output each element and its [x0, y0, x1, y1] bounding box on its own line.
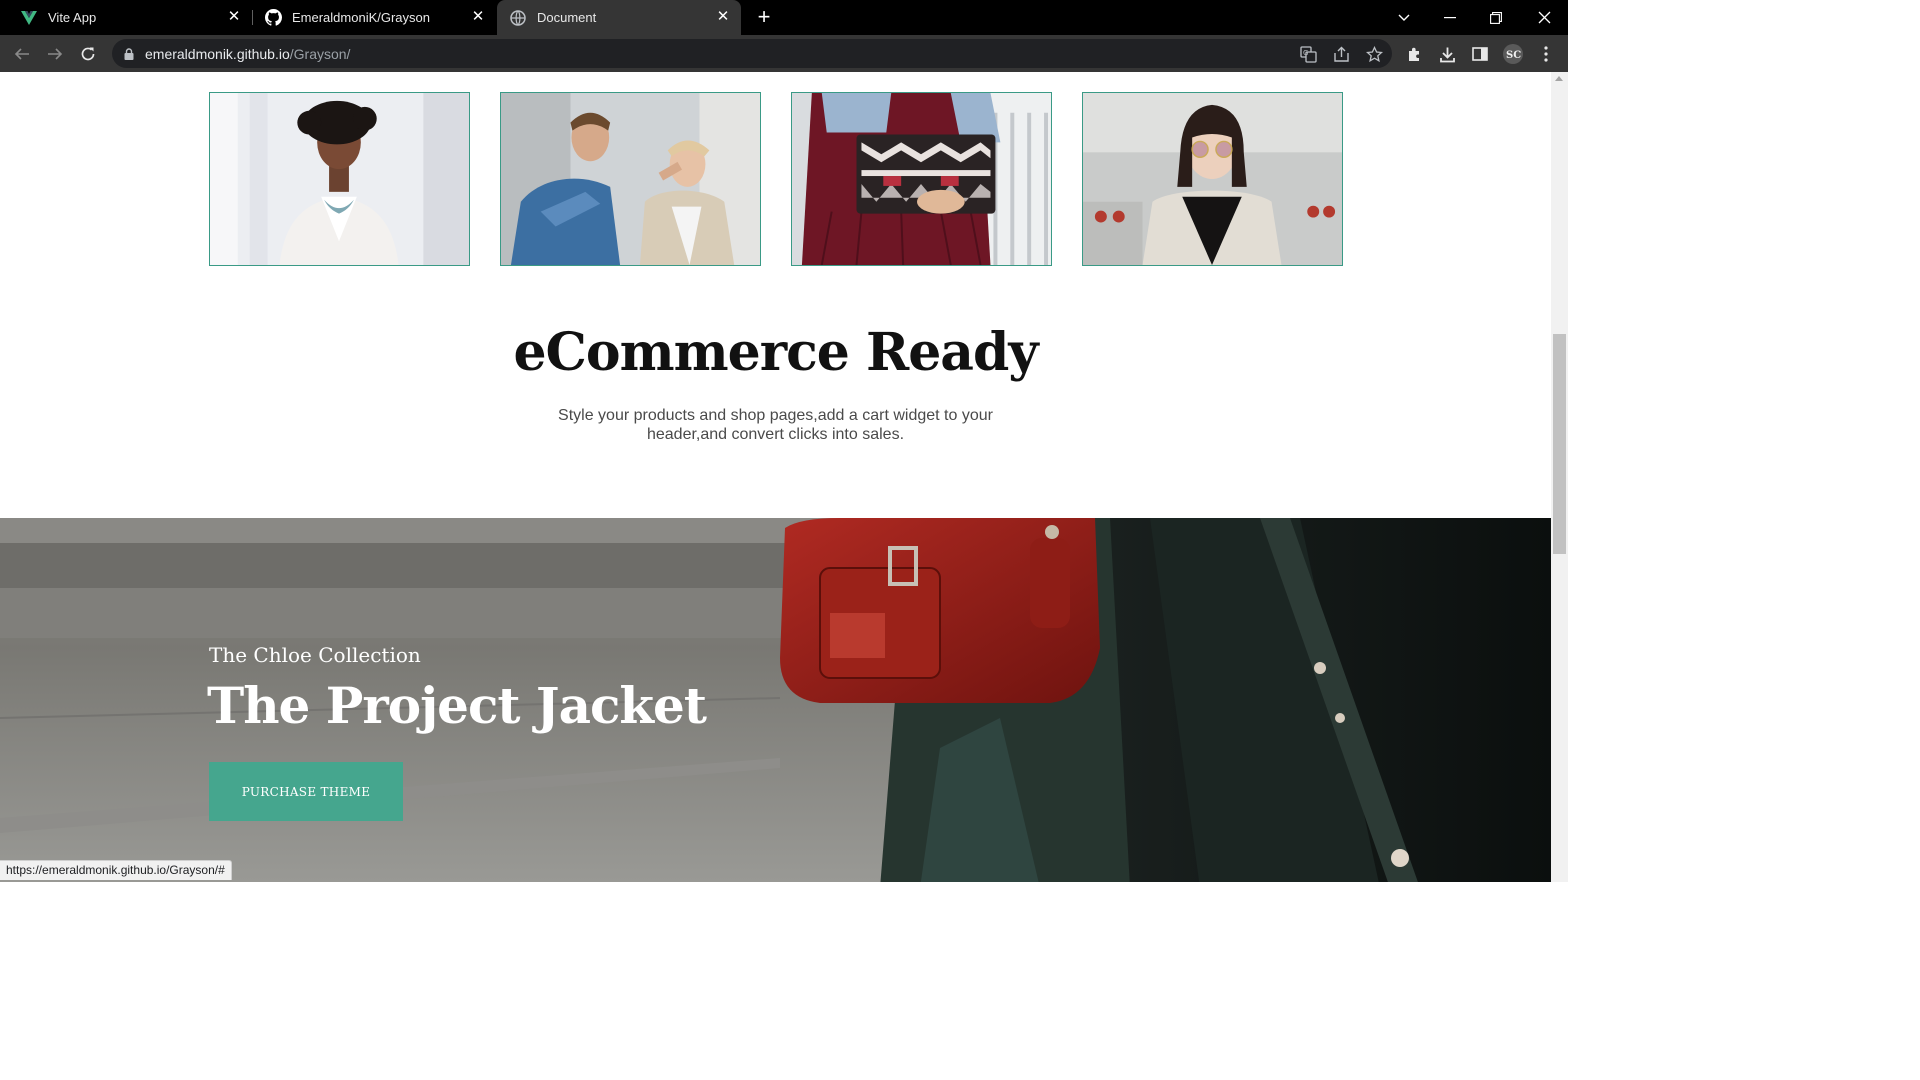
forward-icon[interactable]	[42, 41, 68, 67]
section-title: eCommerce Ready	[513, 322, 1038, 383]
hero-eyebrow: The Chloe Collection	[209, 643, 421, 667]
side-panel-icon[interactable]	[1468, 42, 1492, 66]
tab-vite-app[interactable]: Vite App ✕	[8, 0, 252, 35]
page-viewport: eCommerce Ready Style your products and …	[0, 72, 1551, 882]
page-scrollbar[interactable]	[1551, 72, 1568, 882]
tab-title: EmeraldmoniK/Grayson	[292, 10, 430, 25]
close-icon[interactable]: ✕	[715, 9, 731, 25]
back-icon[interactable]	[9, 41, 35, 67]
minimize-button[interactable]	[1427, 0, 1473, 35]
hero-headline: The Project Jacket	[207, 676, 707, 735]
section-description: Style your products and shop pages,add a…	[558, 407, 993, 443]
gallery-image[interactable]	[209, 92, 470, 266]
lock-icon[interactable]	[124, 47, 134, 65]
url-path: /Grayson/	[289, 46, 351, 62]
tab-title: Document	[537, 10, 597, 25]
svg-text:G: G	[1303, 49, 1308, 57]
browser-toolbar: emeraldmonik.github.io/Grayson/ G SC	[0, 35, 1568, 72]
new-tab-button[interactable]: +	[752, 6, 776, 30]
reload-icon[interactable]	[75, 41, 101, 67]
globe-icon	[509, 9, 527, 27]
translate-icon[interactable]: G	[1298, 44, 1318, 64]
bookmark-star-icon[interactable]	[1364, 44, 1384, 64]
purchase-theme-button[interactable]: PURCHASE THEME	[209, 762, 403, 821]
url-host: emeraldmonik.github.io	[145, 46, 290, 62]
hero-banner: The Chloe Collection The Project Jacket …	[0, 518, 1551, 882]
menu-dots-icon[interactable]	[1534, 42, 1558, 66]
close-icon[interactable]: ✕	[226, 9, 242, 25]
status-url: https://emeraldmonik.github.io/Grayson/#	[0, 860, 232, 880]
address-bar[interactable]: emeraldmonik.github.io/Grayson/ G	[112, 39, 1392, 68]
profile-avatar[interactable]: SC	[1501, 42, 1525, 66]
download-icon[interactable]	[1435, 42, 1459, 66]
github-icon	[264, 9, 282, 27]
vite-icon	[20, 9, 38, 27]
gallery-image[interactable]	[791, 92, 1052, 266]
tab-search-icon[interactable]	[1381, 0, 1427, 35]
tab-document[interactable]: Document ✕	[497, 0, 741, 35]
scrollbar-thumb[interactable]	[1553, 334, 1566, 554]
scroll-up-icon[interactable]	[1555, 76, 1563, 81]
url-text: emeraldmonik.github.io/Grayson/	[145, 46, 350, 62]
extensions-icon[interactable]	[1402, 42, 1426, 66]
restore-button[interactable]	[1473, 0, 1519, 35]
gallery-image[interactable]	[1082, 92, 1343, 266]
close-window-button[interactable]	[1521, 0, 1567, 35]
tab-strip: Vite App ✕ EmeraldmoniK/Grayson ✕ Docume…	[0, 0, 1568, 35]
close-icon[interactable]: ✕	[470, 9, 486, 25]
share-icon[interactable]	[1331, 44, 1351, 64]
svg-text:SC: SC	[1506, 50, 1521, 61]
tab-github[interactable]: EmeraldmoniK/Grayson ✕	[252, 0, 496, 35]
gallery-image[interactable]	[500, 92, 761, 266]
tab-title: Vite App	[48, 10, 97, 25]
